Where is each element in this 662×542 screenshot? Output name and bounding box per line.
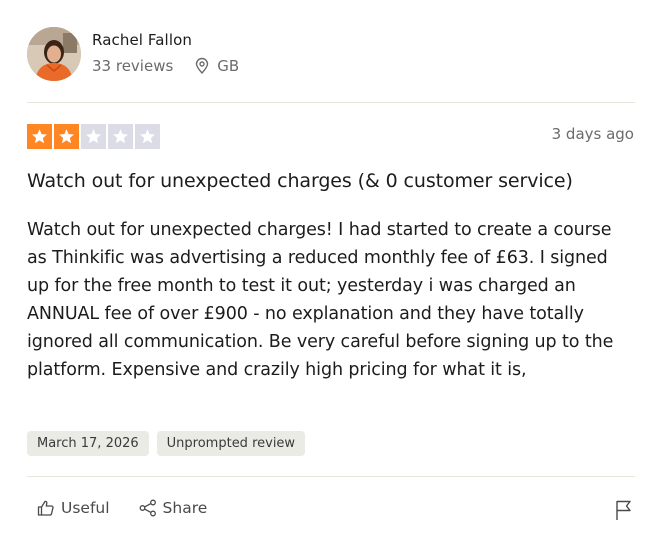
divider-bottom: [27, 476, 635, 477]
reviewer-name[interactable]: Rachel Fallon: [92, 31, 239, 49]
reviewer-info: Rachel Fallon 33 reviews GB: [92, 31, 239, 75]
star-filled: [27, 124, 52, 149]
review-body: Watch out for unexpected charges! I had …: [27, 220, 614, 380]
star-empty: [108, 124, 133, 149]
star-empty: [81, 124, 106, 149]
review-relative-date: 3 days ago: [551, 125, 634, 143]
review-actions: Useful Share: [36, 498, 235, 518]
star-filled: [54, 124, 79, 149]
review-date-tag: March 17, 2026: [27, 431, 149, 456]
reviewer-country: GB: [217, 57, 240, 75]
star-icon: [59, 129, 74, 144]
thumbs-up-icon: [37, 500, 54, 516]
star-empty: [135, 124, 160, 149]
reviewer-meta: 33 reviews GB: [92, 57, 239, 75]
review-card: Rachel Fallon 33 reviews GB 3 days ago W…: [27, 0, 635, 542]
unprompted-review-tag[interactable]: Unprompted review: [156, 431, 306, 456]
share-label: Share: [162, 499, 208, 517]
review-tags: March 17, 2026 Unprompted review: [27, 431, 306, 456]
avatar-photo: [27, 27, 81, 81]
star-icon: [86, 129, 101, 144]
review-title[interactable]: Watch out for unexpected charges (& 0 cu…: [27, 170, 573, 192]
star-rating: [27, 124, 160, 149]
useful-button[interactable]: Useful: [36, 498, 110, 518]
star-icon: [140, 129, 155, 144]
avatar[interactable]: [27, 27, 81, 81]
location-pin-icon: [196, 57, 209, 74]
reviews-count: 33 reviews: [92, 57, 174, 75]
flag-icon[interactable]: [613, 498, 635, 522]
divider-top: [27, 102, 635, 103]
star-icon: [113, 129, 128, 144]
useful-label: Useful: [61, 499, 110, 517]
share-icon: [139, 499, 156, 517]
star-icon: [32, 129, 47, 144]
share-button[interactable]: Share: [138, 498, 208, 518]
